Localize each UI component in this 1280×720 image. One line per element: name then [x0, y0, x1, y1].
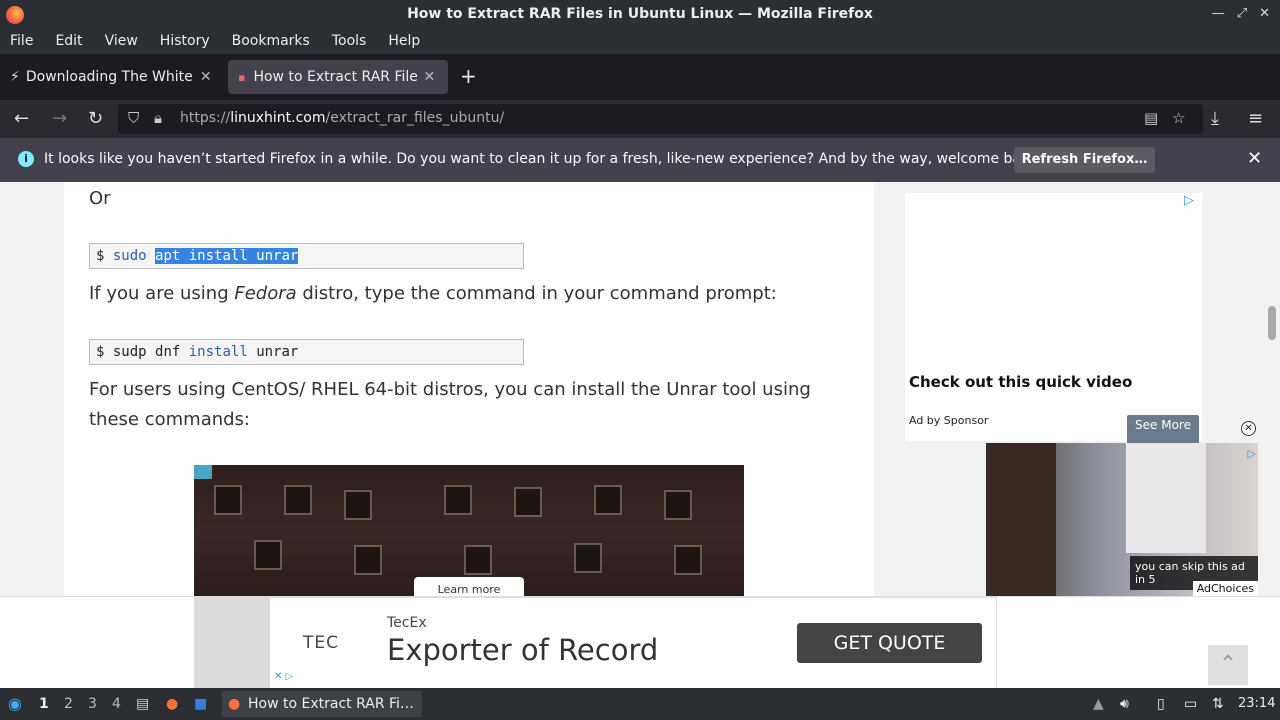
adchoices-icon[interactable]: ✕ ▷: [274, 671, 293, 682]
info-icon: i: [18, 151, 34, 167]
taskbar: ◉ 1 2 3 4 ▤ ● ■ ● How to Extract RAR Fi……: [0, 688, 1280, 720]
screen-icon[interactable]: ▭: [1184, 696, 1197, 712]
bottom-banner-ad[interactable]: TEC TecEx Exporter of Record GET QUOTE ✕…: [0, 596, 1280, 688]
ad-brand: TecEx: [387, 615, 427, 631]
paragraph-or: Or: [89, 188, 111, 209]
notification-bar: i It looks like you haven’t started Fire…: [0, 138, 1280, 182]
close-tab-icon[interactable]: ✕: [200, 69, 212, 85]
get-quote-button[interactable]: GET QUOTE: [797, 623, 982, 663]
tab-downloading[interactable]: ⚡ Downloading The White House ✕: [0, 60, 222, 94]
ad-headline[interactable]: Check out this quick video: [909, 373, 1132, 391]
hamburger-menu-icon[interactable]: ≡: [1248, 108, 1263, 129]
url-text[interactable]: https://linuxhint.com/extract_rar_files_…: [180, 110, 504, 126]
article: Or $ sudo apt install unrar If you are u…: [64, 182, 874, 602]
favicon-icon: ▪: [238, 70, 246, 84]
close-tab-icon[interactable]: ✕: [423, 69, 435, 85]
close-window-button[interactable]: ✕: [1259, 6, 1270, 21]
start-menu-icon[interactable]: ◉: [8, 694, 22, 713]
paragraph-fedora: If you are using Fedora distro, type the…: [89, 283, 777, 304]
firefox-launcher-icon[interactable]: ●: [166, 696, 178, 712]
scroll-to-top-icon[interactable]: ⌃: [1208, 645, 1248, 685]
reload-icon[interactable]: ↻: [88, 108, 103, 129]
url-bar[interactable]: ⛉ 🔒︎ https://linuxhint.com/extract_rar_f…: [118, 104, 1203, 134]
notification-message: It looks like you haven’t started Firefo…: [44, 151, 1043, 167]
code-block-dnf[interactable]: $ sudp dnf install unrar: [89, 339, 524, 365]
bookmark-star-icon[interactable]: ☆: [1172, 109, 1185, 127]
workspace-2[interactable]: 2: [64, 696, 73, 712]
menu-edit[interactable]: Edit: [55, 30, 82, 54]
tab-label: How to Extract RAR Files: [253, 69, 418, 85]
refresh-firefox-button[interactable]: Refresh Firefox…: [1014, 147, 1155, 173]
menu-help[interactable]: Help: [388, 30, 420, 54]
clock: 23:14: [1238, 696, 1276, 711]
forward-arrow-icon[interactable]: →: [52, 108, 67, 129]
menu-view[interactable]: View: [105, 30, 138, 54]
back-arrow-icon[interactable]: ←: [14, 108, 29, 129]
reader-view-icon[interactable]: ▤: [1144, 109, 1158, 127]
menu-history[interactable]: History: [160, 30, 210, 54]
inline-video-ad[interactable]: Learn more: [194, 465, 744, 602]
ad-sponsor: Ad by Sponsor: [909, 414, 989, 427]
lock-icon[interactable]: 🔒︎: [154, 109, 162, 127]
workspace-3[interactable]: 3: [88, 696, 97, 712]
tecex-logo: TEC: [303, 633, 339, 653]
new-tab-button[interactable]: +: [460, 64, 477, 88]
volume-icon[interactable]: 🔊︎: [1120, 696, 1129, 712]
page-content: Or $ sudo apt install unrar If you are u…: [0, 182, 1280, 688]
maximize-button[interactable]: ⤢: [1237, 6, 1247, 21]
navigation-bar: ← → ↻ ⛉ 🔒︎ https://linuxhint.com/extract…: [0, 100, 1280, 138]
menu-file[interactable]: File: [10, 30, 33, 54]
shield-icon[interactable]: ⛉: [128, 109, 139, 127]
selected-text[interactable]: apt install unrar: [155, 248, 299, 264]
taskbar-window-firefox[interactable]: ● How to Extract RAR Fi…: [222, 691, 422, 717]
firefox-icon: ●: [228, 696, 241, 712]
workspace-1[interactable]: 1: [39, 696, 49, 712]
download-icon[interactable]: ⤓: [1211, 108, 1219, 129]
menu-tools[interactable]: Tools: [332, 30, 367, 54]
clipboard-icon[interactable]: ▯: [1157, 696, 1165, 712]
terminal-icon[interactable]: ■: [194, 696, 207, 712]
window-titlebar: How to Extract RAR Files in Ubuntu Linux…: [0, 0, 1280, 30]
tab-strip: ⚡ Downloading The White House ✕ ▪ How to…: [0, 54, 1280, 100]
adchoices-icon[interactable]: ▷: [1248, 447, 1256, 460]
menu-bar: File Edit View History Bookmarks Tools H…: [0, 30, 1280, 54]
scrollbar-thumb[interactable]: [1268, 306, 1276, 340]
tab-label: Downloading The White House: [25, 69, 194, 85]
close-notification-icon[interactable]: ✕: [1247, 148, 1262, 169]
floating-video-ad[interactable]: ▷ you can skip this ad in 5 AdChoices: [986, 443, 1258, 596]
tray-arrow-icon[interactable]: ▲: [1093, 696, 1104, 712]
workspace-4[interactable]: 4: [112, 696, 121, 712]
minimize-button[interactable]: —: [1212, 6, 1225, 21]
window-title: How to Extract RAR Files in Ubuntu Linux…: [407, 6, 873, 22]
menu-bookmarks[interactable]: Bookmarks: [232, 30, 310, 54]
paragraph-centos: For users using CentOS/ RHEL 64-bit dist…: [89, 379, 811, 430]
adchoices-play-icon[interactable]: ▷: [1184, 193, 1194, 208]
network-icon[interactable]: ⇅: [1212, 696, 1224, 712]
close-ad-icon[interactable]: ✕: [1241, 421, 1256, 436]
tab-extract-rar[interactable]: ▪ How to Extract RAR Files ✕: [228, 60, 448, 94]
adchoices-link[interactable]: AdChoices: [1192, 581, 1258, 596]
ad-marker-icon: [194, 465, 212, 479]
sidebar-ad[interactable]: ▷ Check out this quick video Ad by Spons…: [905, 193, 1202, 448]
lightning-icon: ⚡: [10, 69, 20, 85]
ad-headline[interactable]: Exporter of Record: [387, 633, 658, 667]
file-manager-icon[interactable]: ▤: [136, 696, 149, 712]
code-block-apt[interactable]: $ sudo apt install unrar: [89, 243, 524, 269]
